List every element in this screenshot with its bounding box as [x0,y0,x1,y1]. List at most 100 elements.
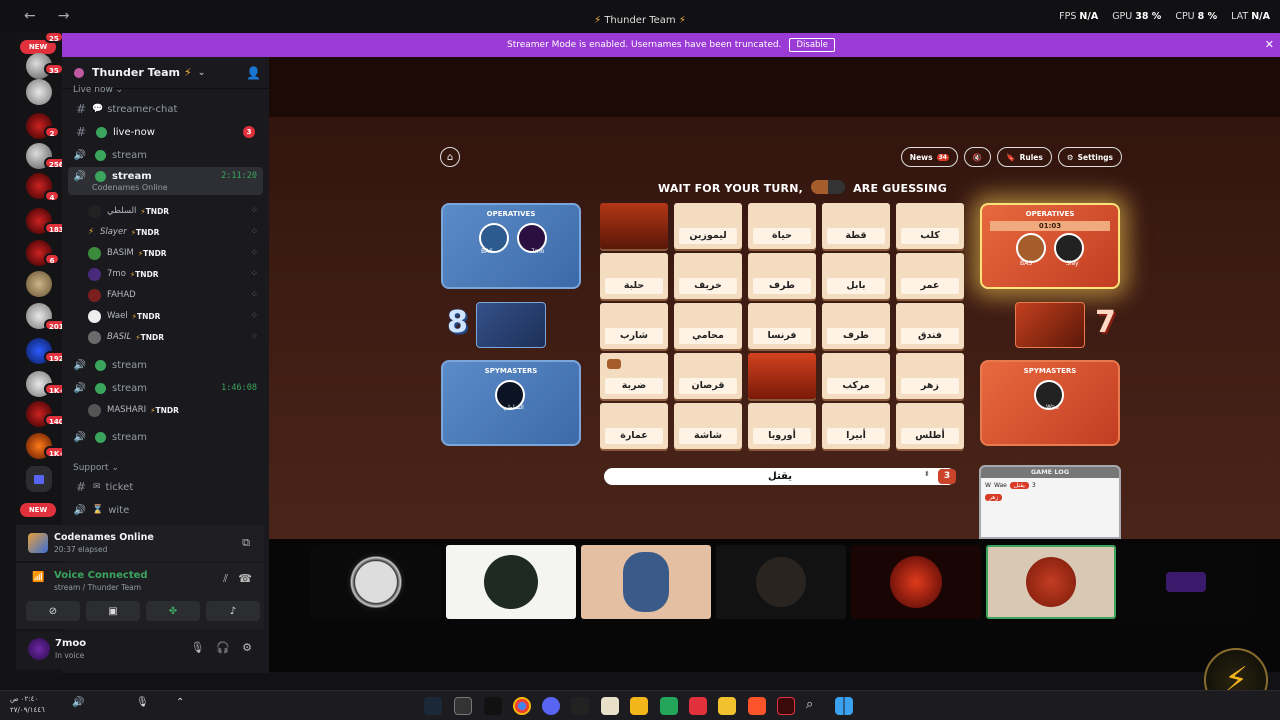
participant-tile[interactable] [851,545,981,619]
app-icon[interactable] [689,697,707,715]
word-card[interactable]: طرف [748,253,816,299]
channel-live-now[interactable]: # live-now 3 [68,122,263,142]
green-dot-icon [95,149,106,161]
app-icon[interactable] [777,697,795,715]
search-icon[interactable]: ⌕ [806,697,824,715]
word-card[interactable]: حياة [748,203,816,249]
player-avatar[interactable] [1054,233,1084,263]
brave-icon[interactable] [748,697,766,715]
participant-tile[interactable] [716,545,846,619]
app-icon[interactable] [571,697,589,715]
word-card[interactable]: ضربة [600,353,668,399]
category-support[interactable]: Support ⌄ [73,463,119,473]
word-card[interactable]: كلب [896,203,964,249]
category-live[interactable]: Live now ⌄ [73,85,123,95]
chevron-up-icon[interactable]: ⌃ [176,697,194,715]
participant-tile[interactable] [446,545,576,619]
obs-icon[interactable] [454,697,472,715]
word-card[interactable]: ليموزين [674,203,742,249]
word-card[interactable]: حلبة [600,253,668,299]
green-dot-icon [95,359,106,371]
voice-location[interactable]: stream / Thunder Team [54,583,141,592]
invite-icon[interactable]: 👤 [246,66,261,80]
voice-user[interactable]: Wael ⚡TNDR ⁘ [88,307,258,325]
voice-user[interactable]: BASIM ⚡TNDR ⁘ [88,244,258,262]
home-icon[interactable]: ⌂ [440,147,460,167]
word-card[interactable]: أوروبا [748,403,816,449]
word-card[interactable]: أطلس [896,403,964,449]
mic-icon[interactable]: 🎙 [136,697,154,715]
word-card[interactable]: فرنسا [748,303,816,349]
participant-tile-speaking[interactable] [986,545,1116,619]
settings-gear-icon[interactable]: ⚙ [242,641,252,654]
new-badge[interactable]: NEW [20,503,56,517]
soundboard-button[interactable]: ♪ [206,601,260,621]
channel-streamer-chat[interactable]: # 💬 streamer-chat [68,99,263,119]
news-button[interactable]: News 34 [900,147,958,167]
server-icon[interactable] [26,79,52,105]
channel-stream-active[interactable]: 🔊 stream Codenames Online 2:11:20 [68,167,263,195]
word-card[interactable]: عمر [896,253,964,299]
word-card[interactable]: أبيرا [822,403,890,449]
popout-icon[interactable]: ⧉ [242,536,250,550]
participant-tile[interactable] [1121,545,1251,619]
microphone-icon[interactable]: 🎙 [190,641,204,654]
word-card[interactable]: خريف [674,253,742,299]
activity-button[interactable]: ✤ [146,601,200,621]
word-card[interactable]: زهر [896,353,964,399]
word-card[interactable]: قرصان [674,353,742,399]
channel-stream[interactable]: 🔊 stream [68,427,263,447]
avatar[interactable] [28,638,50,660]
user-tag: TNDR [140,332,164,342]
word-card[interactable]: طرف [822,303,890,349]
word-card[interactable]: قطة [822,203,890,249]
participant-tile[interactable] [581,545,711,619]
word-card[interactable]: محامي [674,303,742,349]
app-icon[interactable] [630,697,648,715]
word-card[interactable]: فندق [896,303,964,349]
app-icon[interactable] [660,697,678,715]
clock[interactable]: ٠٢:٤٠ ص ٢٧/٠٩/١٤٤٦ [10,694,45,716]
close-icon[interactable]: ✕ [1265,38,1274,51]
activity-panel[interactable]: Codenames Online 20:37 elapsed ⧉ [16,525,264,561]
channel-stream[interactable]: 🔊 stream 1:46:08 [68,378,263,398]
volume-icon[interactable]: 🔊 [72,697,90,715]
chrome-icon[interactable] [513,697,531,715]
discord-icon[interactable] [542,697,560,715]
folder-icon[interactable] [26,466,52,492]
camera-off-button[interactable]: ⊘ [26,601,80,621]
file-explorer-icon[interactable] [718,697,736,715]
player-avatar[interactable] [1016,233,1046,263]
word-card[interactable]: شارب [600,303,668,349]
voice-user[interactable]: ⚡ Slayer ⚡TNDR ⁘ [88,223,258,241]
participant-tile[interactable] [311,545,441,619]
word-card[interactable]: بابل [822,253,890,299]
server-icon[interactable] [26,271,52,297]
noise-suppression-icon[interactable]: ⫽ [223,572,228,586]
channel-ticket[interactable]: # ✉ ticket [68,477,263,497]
notepad-icon[interactable] [601,697,619,715]
card-word: أوروبا [753,428,811,444]
screen-share-button[interactable]: ▣ [86,601,140,621]
channel-stream[interactable]: 🔊 stream [68,355,263,375]
settings-button[interactable]: ⚙ Settings [1057,147,1122,167]
rules-button[interactable]: 🔖 Rules [997,147,1052,167]
word-card[interactable]: شاشة [674,403,742,449]
windows-start-icon[interactable] [835,697,853,715]
channel-stream[interactable]: 🔊 stream [68,145,263,165]
clue-number: 3 [938,469,956,484]
terminal-icon[interactable] [484,697,502,715]
headphones-icon[interactable]: 🎧 [216,641,230,654]
word-card[interactable]: عمارة [600,403,668,449]
steam-icon[interactable] [424,697,442,715]
voice-user[interactable]: 7mo ⚡TNDR ⁘ [88,265,258,283]
voice-user[interactable]: BASIL ⚡TNDR ⁘ [88,328,258,346]
disable-button[interactable]: Disable [789,38,836,52]
word-card[interactable]: مركب [822,353,890,399]
mute-button[interactable]: 🔇 [963,147,992,167]
channel-wite[interactable]: 🔊 ⌛ wite [68,500,263,520]
voice-user[interactable]: السلطي ⚡TNDR ⁘ [88,202,258,220]
voice-user[interactable]: FAHAD ⁘ [88,286,258,304]
voice-user[interactable]: MASHARI ⚡TNDR [88,401,258,419]
disconnect-icon[interactable]: ☎ [238,572,252,585]
